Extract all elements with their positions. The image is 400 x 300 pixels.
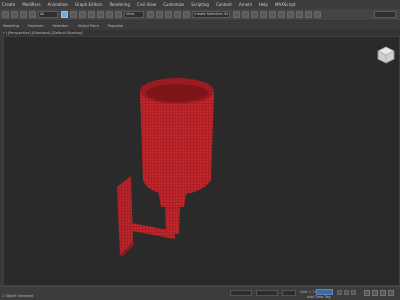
angle-snap-icon[interactable] <box>165 11 172 18</box>
unlink-icon[interactable] <box>29 11 36 18</box>
menu-maxscript[interactable]: MAXScript <box>275 2 296 7</box>
align-icon[interactable] <box>242 11 249 18</box>
main-toolbar: All View Create Selection Se <box>0 9 400 21</box>
material-editor-icon[interactable] <box>287 11 294 18</box>
next-frame-icon[interactable] <box>351 290 356 295</box>
window-crossing-icon[interactable] <box>88 11 95 18</box>
menu-rendering[interactable]: Rendering <box>109 2 129 7</box>
select-object-icon[interactable] <box>61 11 68 18</box>
lamp-shade <box>140 78 214 195</box>
menu-graph-editors[interactable]: Graph Editors <box>75 2 102 7</box>
play-icon[interactable] <box>344 290 349 295</box>
render-frame-icon[interactable] <box>305 11 312 18</box>
tab-freeform[interactable]: Freeform <box>28 24 44 28</box>
menu-bar: Create Modifiers Animation Graph Editors… <box>0 0 400 9</box>
menu-help[interactable]: Help <box>259 2 268 7</box>
snap-icon[interactable] <box>156 11 163 18</box>
tab-selection[interactable]: Selection <box>53 24 69 28</box>
add-time-tag[interactable]: Add Time Tag <box>307 295 331 299</box>
search-field[interactable] <box>374 11 396 18</box>
lamp-arm <box>131 204 180 239</box>
rotate-icon[interactable] <box>106 11 113 18</box>
move-icon[interactable] <box>97 11 104 18</box>
menu-create[interactable]: Create <box>2 2 15 7</box>
curve-editor-icon[interactable] <box>269 11 276 18</box>
undo-icon[interactable] <box>2 11 9 18</box>
menu-animation[interactable]: Animation <box>48 2 68 7</box>
layer-icon[interactable] <box>251 11 258 18</box>
x-coordinate-field[interactable] <box>230 290 252 296</box>
ribbon-tabs: Modeling Freeform Selection Object Paint… <box>0 21 400 30</box>
selection-set-input[interactable]: Create Selection Se <box>192 11 230 18</box>
selection-filter-dropdown[interactable]: All <box>38 11 58 18</box>
tab-populate[interactable]: Populate <box>108 24 123 28</box>
spinner-snap-icon[interactable] <box>183 11 190 18</box>
back-plate <box>117 176 135 257</box>
render-icon[interactable] <box>314 11 321 18</box>
maximize-viewport-icon[interactable] <box>388 290 394 296</box>
mirror-icon[interactable] <box>233 11 240 18</box>
reference-coordinate-dropdown[interactable]: View <box>124 11 144 18</box>
render-setup-icon[interactable] <box>296 11 303 18</box>
viewport-label[interactable]: [+] [Perspective] [Standard] [Default Sh… <box>1 31 83 35</box>
menu-scripting[interactable]: Scripting <box>191 2 209 7</box>
rectangular-selection-icon[interactable] <box>79 11 86 18</box>
pan-icon[interactable] <box>380 290 386 296</box>
redo-icon[interactable] <box>11 11 18 18</box>
schematic-icon[interactable] <box>278 11 285 18</box>
selection-status: 1 Object Selected <box>2 294 34 298</box>
tab-modeling[interactable]: Modeling <box>3 24 19 28</box>
menu-modifiers[interactable]: Modifiers <box>22 2 40 7</box>
zoom-icon[interactable] <box>364 290 370 296</box>
y-coordinate-field[interactable] <box>256 290 278 296</box>
graphite-icon[interactable] <box>260 11 267 18</box>
menu-customize[interactable]: Customize <box>163 2 184 7</box>
tab-object-paint[interactable]: Object Paint <box>78 24 99 28</box>
pivot-icon[interactable] <box>147 11 154 18</box>
perspective-viewport[interactable] <box>3 36 400 286</box>
prev-frame-icon[interactable] <box>337 290 342 295</box>
menu-arnold[interactable]: Arnold <box>239 2 252 7</box>
wall-lamp-model[interactable] <box>4 37 400 286</box>
menu-civil-view[interactable]: Civil View <box>137 2 156 7</box>
z-coordinate-field[interactable] <box>282 290 296 296</box>
menu-content[interactable]: Content <box>216 2 232 7</box>
status-bar: 1 Object Selected Grid = 10.0cm Add Time… <box>0 286 400 300</box>
percent-snap-icon[interactable] <box>174 11 181 18</box>
link-icon[interactable] <box>20 11 27 18</box>
auto-key-button[interactable] <box>316 289 333 295</box>
zoom-all-icon[interactable] <box>372 290 378 296</box>
select-by-name-icon[interactable] <box>70 11 77 18</box>
scale-icon[interactable] <box>115 11 122 18</box>
